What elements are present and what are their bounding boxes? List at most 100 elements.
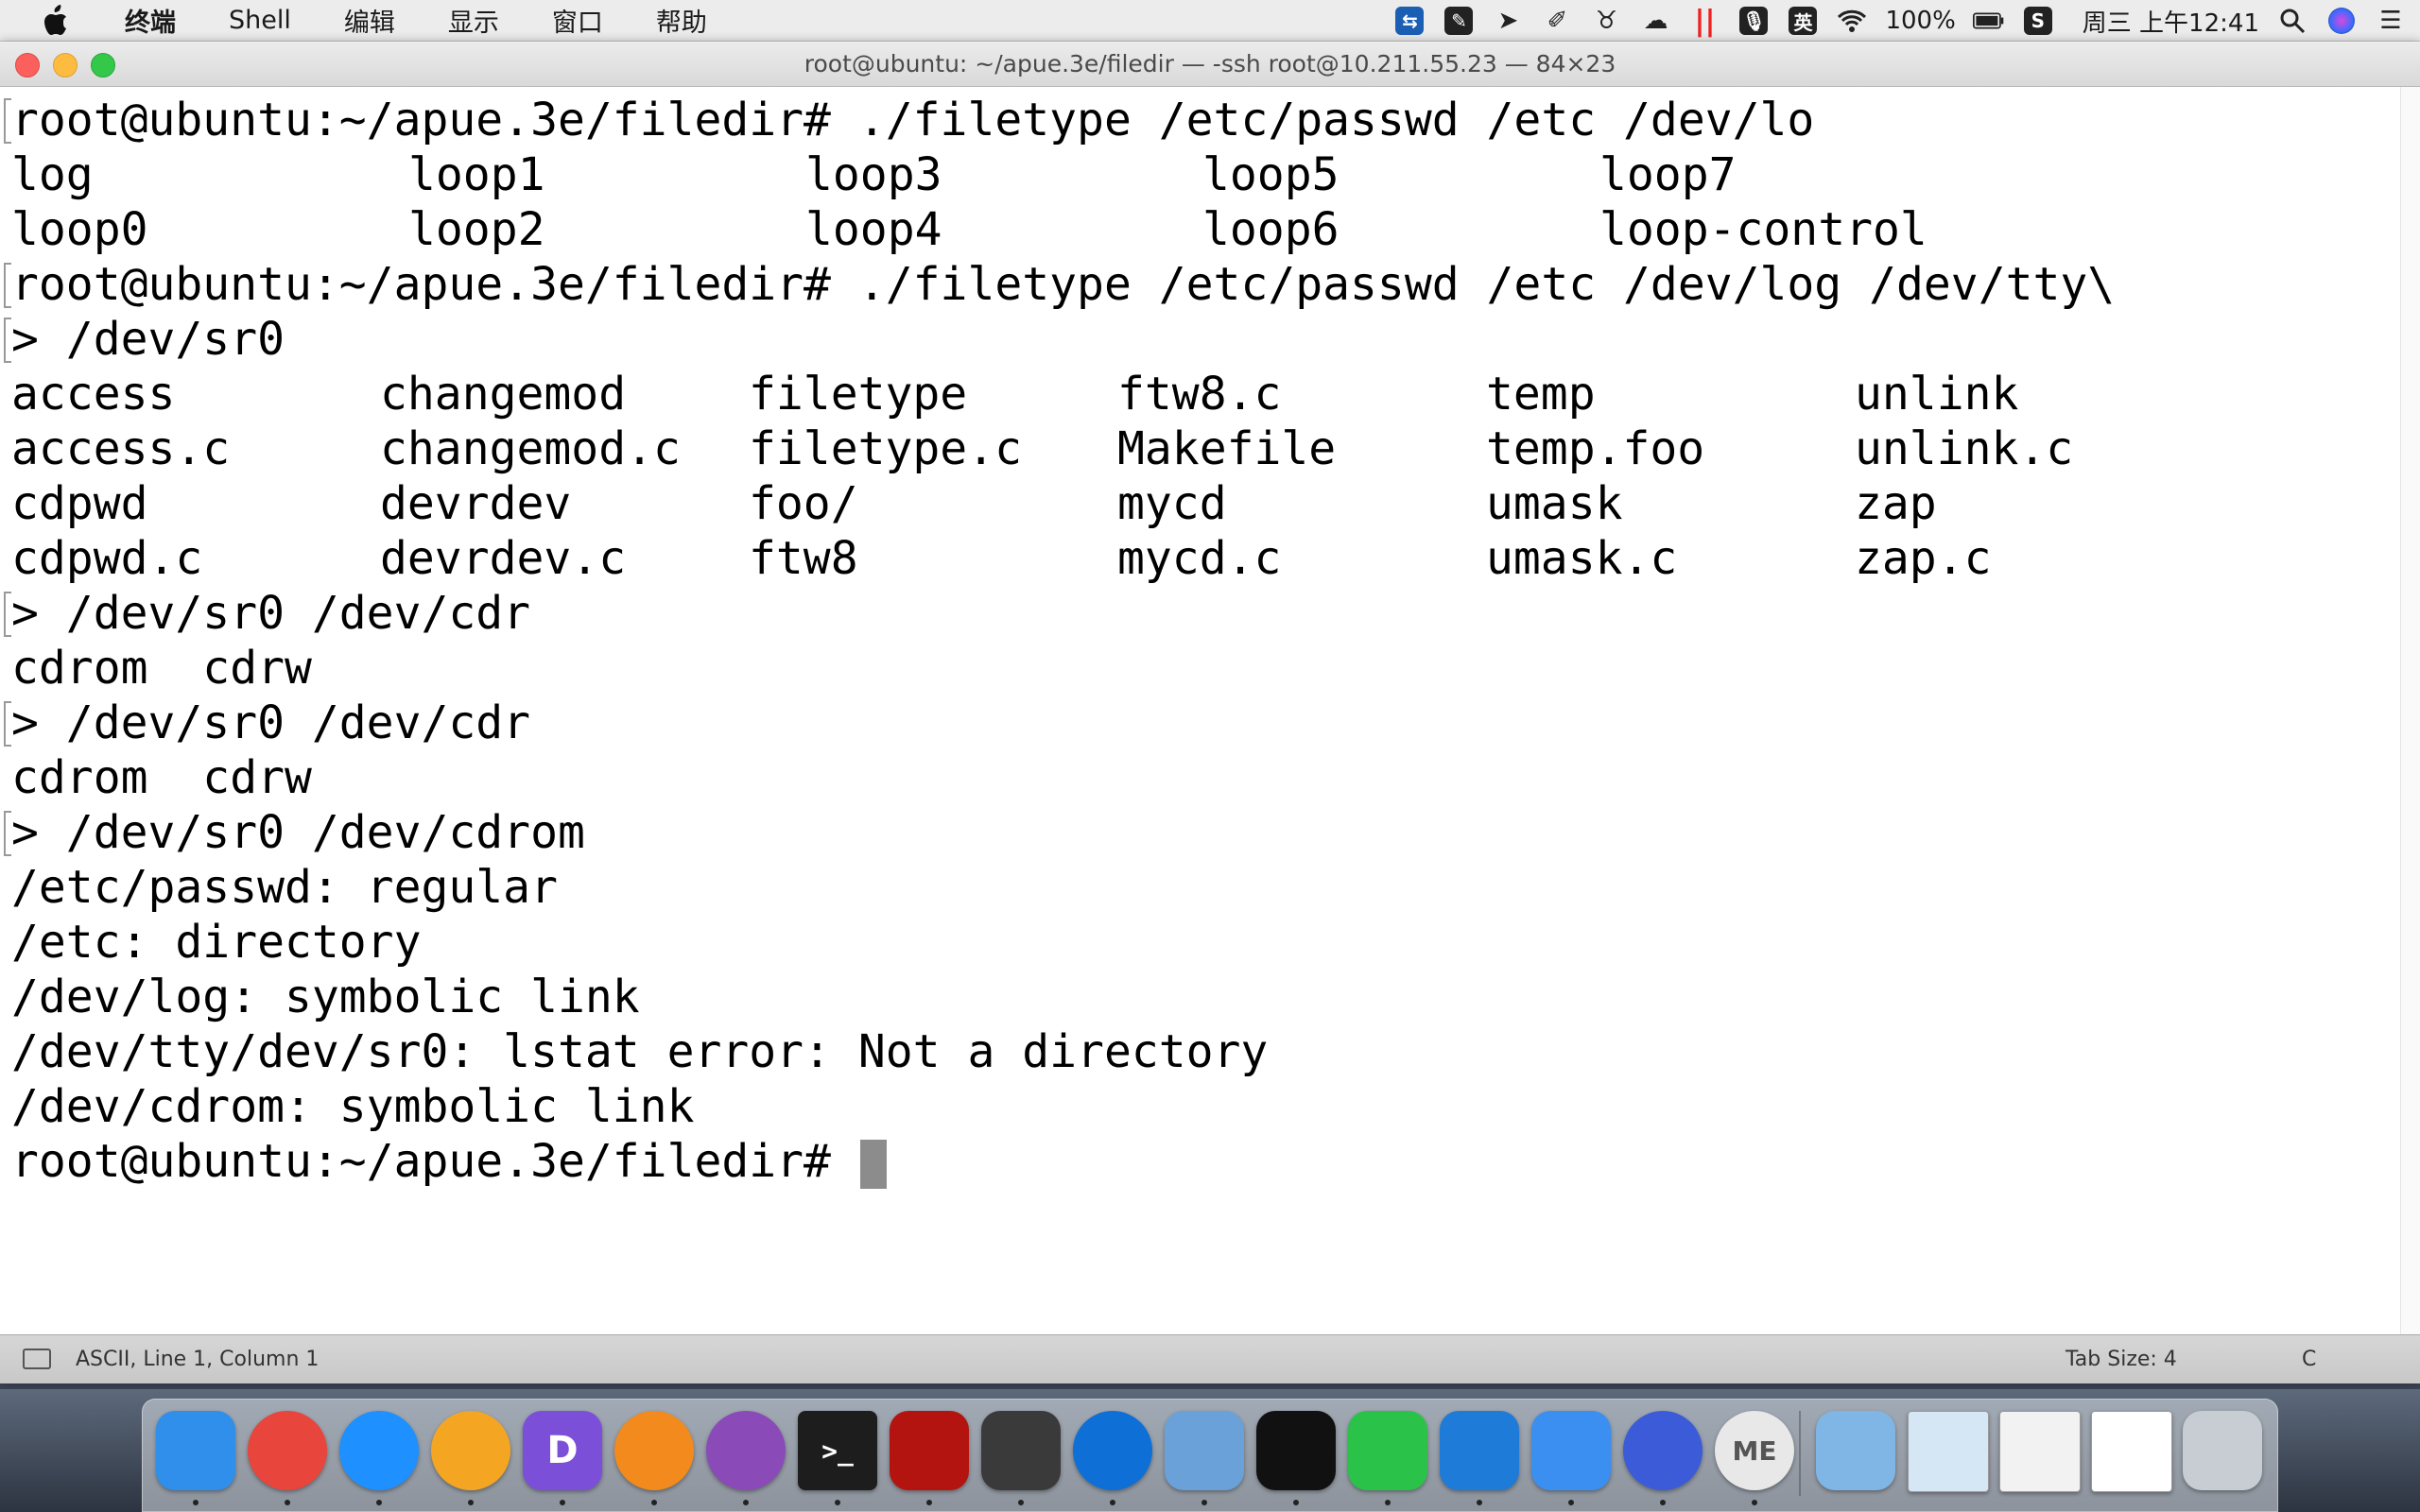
completion-item: access — [11, 368, 176, 421]
command-text: ./filetype /etc/passwd /etc /dev/log /de… — [857, 258, 2116, 311]
completion-item: loop4 — [805, 203, 942, 256]
menu-window[interactable]: 窗口 — [526, 2, 630, 39]
window-titlebar[interactable]: root@ubuntu: ~/apue.3e/filedir — -ssh ro… — [0, 42, 2420, 87]
dock-xcode-icon[interactable] — [1440, 1411, 1519, 1490]
dock-running-indicator — [1752, 1500, 1757, 1505]
input-method-indicator[interactable]: 英 — [1787, 5, 1819, 37]
battery-icon[interactable] — [1972, 5, 2005, 37]
menu-edit[interactable]: 编辑 — [318, 2, 422, 39]
menu-bar: 终端 Shell 编辑 显示 窗口 帮助 ⇆ ✎ ➤ ✐ ♉ ☁ || 🎙 英 … — [0, 0, 2420, 42]
dock: D >_ ME — [142, 1399, 2278, 1512]
notes-status-icon[interactable]: ✎ — [1443, 5, 1475, 37]
dock-teamviewer-icon[interactable] — [1073, 1411, 1152, 1490]
command-text: ./filetype /etc/passwd /etc /dev/lo — [857, 94, 1815, 146]
menu-view[interactable]: 显示 — [422, 2, 526, 39]
completion-item: changemod.c — [380, 422, 681, 475]
completion-item: filetype.c — [749, 422, 1022, 475]
completion-item: changemod — [380, 368, 627, 421]
continuation-line: > /dev/sr0 /dev/cdr — [4, 696, 2401, 750]
completion-item: loop6 — [1202, 203, 1340, 256]
pencil-status-icon[interactable]: ✐ — [1541, 5, 1573, 37]
syntax-selector[interactable]: C — [2302, 1335, 2316, 1384]
dock-sublime-text-icon[interactable] — [981, 1411, 1061, 1490]
completion-item: mycd.c — [1117, 532, 1282, 585]
dock-github-icon[interactable] — [706, 1411, 786, 1490]
vertical-scrollbar[interactable] — [2400, 87, 2420, 1334]
completion-item: access.c — [11, 422, 231, 475]
taurus-status-icon[interactable]: ♉ — [1590, 5, 1622, 37]
dock-taurus-icon[interactable] — [1623, 1411, 1703, 1490]
wechat-status-icon[interactable]: ☁ — [1639, 5, 1671, 37]
notification-center-icon[interactable]: ☰ — [2375, 5, 2407, 37]
window-title: root@ubuntu: ~/apue.3e/filedir — -ssh ro… — [804, 50, 1616, 77]
dock-trash-icon[interactable] — [2183, 1411, 2262, 1490]
continuation-line: > /dev/sr0 /dev/cdrom — [4, 805, 2401, 860]
menu-help[interactable]: 帮助 — [630, 2, 734, 39]
menu-terminal[interactable]: 终端 — [98, 2, 202, 39]
dock-dash-icon[interactable]: D — [523, 1411, 602, 1490]
send-status-icon[interactable]: ➤ — [1492, 5, 1524, 37]
dock-wechat-icon[interactable] — [1348, 1411, 1427, 1490]
output-line: /etc: directory — [11, 916, 422, 969]
completion-item: temp.foo — [1486, 422, 1705, 475]
terminal-window: root@ubuntu: ~/apue.3e/filedir — -ssh ro… — [0, 42, 2420, 1383]
completion-item: zap.c — [1855, 532, 1992, 585]
output-line: /etc/passwd: regular — [11, 861, 558, 914]
teamviewer-status-icon[interactable]: ⇆ — [1393, 5, 1426, 37]
dock-parallels-icon[interactable] — [1165, 1411, 1244, 1490]
completion-item: umask.c — [1486, 532, 1678, 585]
dock-folder-icon[interactable] — [1816, 1411, 1895, 1490]
spotlight-search-icon[interactable] — [2276, 5, 2308, 37]
dock-running-indicator — [1018, 1500, 1024, 1505]
dock-running-indicator — [1201, 1500, 1207, 1505]
completion-item: filetype — [749, 368, 968, 421]
completion-item: loop2 — [408, 203, 545, 256]
apple-icon[interactable] — [36, 2, 74, 40]
dock-window-thumb-3-icon[interactable] — [2091, 1411, 2172, 1492]
dock-window-thumb-1-icon[interactable] — [1908, 1411, 1989, 1492]
completion-item: log — [11, 148, 94, 201]
dock-me-app-icon[interactable]: ME — [1715, 1411, 1794, 1490]
sync-status-icon[interactable]: S — [2022, 5, 2054, 37]
dock-console-icon[interactable] — [1256, 1411, 1336, 1490]
microphone-status-icon[interactable]: 🎙 — [1737, 5, 1770, 37]
completion-row: log loop1 loop3 loop5 loop7 — [11, 147, 2401, 202]
panel-toggle-icon[interactable] — [23, 1349, 51, 1369]
wifi-icon[interactable] — [1836, 5, 1868, 37]
menu-shell[interactable]: Shell — [202, 6, 318, 35]
dock-running-indicator — [376, 1500, 382, 1505]
dock-chrome-icon[interactable] — [248, 1411, 327, 1490]
completion-item: devrdev.c — [380, 532, 627, 585]
completion-item: ftw8.c — [1117, 368, 1282, 421]
parallels-status-icon[interactable]: || — [1688, 5, 1720, 38]
dock-acrobat-icon[interactable] — [890, 1411, 969, 1490]
dock-ibooks-icon[interactable] — [614, 1411, 694, 1490]
dock-finder-icon[interactable] — [156, 1411, 235, 1490]
dock-running-indicator — [1293, 1500, 1299, 1505]
cursor-position[interactable]: ASCII, Line 1, Column 1 — [76, 1335, 319, 1384]
completion-item: cdpwd — [11, 477, 148, 530]
completion-item: umask — [1486, 477, 1623, 530]
completion-row: cdrom cdrw — [11, 751, 312, 804]
tab-size-selector[interactable]: Tab Size: 4 — [2066, 1335, 2177, 1384]
dock-notes-app-icon[interactable] — [1531, 1411, 1611, 1490]
dock-terminal-icon[interactable]: >_ — [798, 1411, 877, 1490]
text-cursor — [859, 1140, 887, 1189]
dock-running-indicator — [1568, 1500, 1574, 1505]
dock-running-indicator — [285, 1500, 290, 1505]
menubar-clock[interactable]: 周三 上午12:41 — [2083, 4, 2259, 39]
output-line: /dev/tty/dev/sr0: lstat error: Not a dir… — [11, 1025, 1269, 1078]
completion-item: loop5 — [1202, 148, 1340, 201]
completion-item: cdpwd.c — [11, 532, 203, 585]
dock-running-indicator — [1385, 1500, 1391, 1505]
dock-photos-icon[interactable] — [431, 1411, 510, 1490]
siri-icon[interactable] — [2325, 5, 2358, 37]
dock-safari-icon[interactable] — [339, 1411, 419, 1490]
dock-running-indicator — [1477, 1500, 1482, 1505]
terminal-content[interactable]: root@ubuntu:~/apue.3e/filedir# ./filetyp… — [0, 87, 2401, 1334]
dock-window-thumb-2-icon[interactable] — [1999, 1411, 2081, 1492]
battery-percent: 100% — [1885, 7, 1956, 35]
completion-row: cdpwd devrdev foo/mycd umask zap — [11, 476, 2401, 531]
terminal-line: root@ubuntu:~/apue.3e/filedir# — [11, 1134, 2401, 1189]
dock-running-indicator — [926, 1500, 932, 1505]
